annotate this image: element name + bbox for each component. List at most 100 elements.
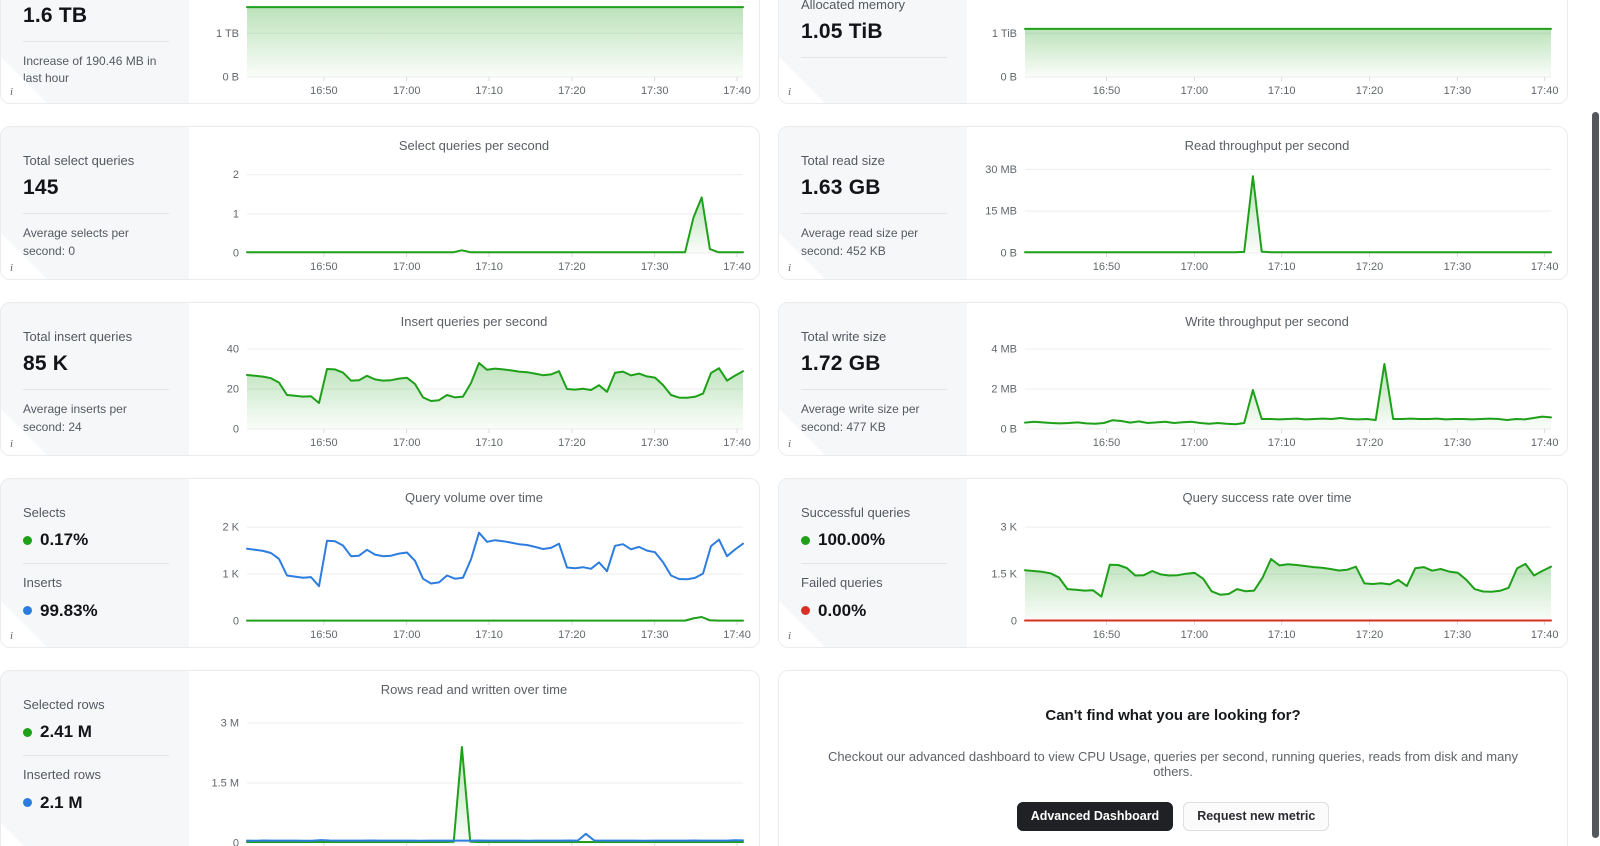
svg-text:0 B: 0 B <box>222 72 239 84</box>
svg-text:16:50: 16:50 <box>1093 629 1121 641</box>
stat-panel: Total insert queries 85 K Average insert… <box>1 303 189 455</box>
svg-text:15 MB: 15 MB <box>985 206 1017 218</box>
svg-text:30 MB: 30 MB <box>985 164 1017 176</box>
svg-text:16:50: 16:50 <box>1093 437 1121 449</box>
card-query-volume: Selects 0.17% Inserts 99.83% i Query vol… <box>0 478 760 648</box>
cta-card: Can't find what you are looking for? Che… <box>778 670 1568 846</box>
svg-text:17:00: 17:00 <box>393 85 421 97</box>
svg-text:16:50: 16:50 <box>310 85 338 97</box>
chart-area: Query success rate over time 3 K 1.5 K 0 16… <box>967 479 1567 647</box>
chart-area: Read throughput per second 30 MB 15 MB 0 B… <box>967 127 1567 279</box>
svg-text:17:40: 17:40 <box>723 437 751 449</box>
divider <box>801 389 947 391</box>
info-icon[interactable]: i <box>10 86 13 98</box>
svg-text:2 K: 2 K <box>222 522 239 534</box>
stat-panel: Selected rows 2.41 M Inserted rows 2.1 M… <box>1 671 189 846</box>
svg-text:4 MB: 4 MB <box>991 344 1017 356</box>
svg-text:17:40: 17:40 <box>1531 261 1559 273</box>
divider <box>23 563 169 565</box>
stat-value: 85 K <box>23 352 69 376</box>
info-icon[interactable]: i <box>788 86 791 98</box>
line-chart: 1 TiB 0 B 16:50 17:00 17:10 17:20 17:30 17:40 <box>992 28 1559 97</box>
svg-text:1: 1 <box>233 208 239 220</box>
corner-fold <box>779 409 825 455</box>
stat-panel: 1.6 TB Increase of 190.46 MB in last hou… <box>1 0 189 103</box>
svg-text:17:20: 17:20 <box>558 85 586 97</box>
card-read-size: Total read size 1.63 GB Average read siz… <box>778 126 1568 280</box>
chart-area: Write throughput per second 4 MB 2 MB 0 B 1… <box>967 303 1567 455</box>
svg-text:16:50: 16:50 <box>1093 261 1121 273</box>
chart-area: 1 TB 0 B 16:50 17:00 17:10 17:20 17:30 17:40 <box>189 0 759 103</box>
card-disk-size: 1.6 TB Increase of 190.46 MB in last hou… <box>0 0 760 104</box>
svg-text:17:00: 17:00 <box>393 629 421 641</box>
stat-label: Total select queries <box>23 153 135 168</box>
svg-text:17:00: 17:00 <box>1181 261 1209 273</box>
scrollbar-thumb[interactable] <box>1592 112 1599 838</box>
stat-label: Total insert queries <box>23 329 133 344</box>
svg-text:0: 0 <box>233 424 239 436</box>
svg-text:0 B: 0 B <box>1000 248 1017 260</box>
svg-text:17:10: 17:10 <box>1268 261 1296 273</box>
svg-text:0: 0 <box>233 838 239 846</box>
card-allocated-memory: Allocated memory 1.05 TiB i 1 TiB 0 B 16:5… <box>778 0 1568 104</box>
svg-text:17:20: 17:20 <box>1356 85 1384 97</box>
svg-text:0: 0 <box>1011 616 1017 628</box>
selects-dot-icon <box>23 535 32 545</box>
stat-value: 1.05 TiB <box>801 20 883 44</box>
stat-value: 1.63 GB <box>801 176 881 200</box>
info-icon[interactable]: i <box>788 630 791 642</box>
chart-title: Rows read and written over time <box>380 682 568 697</box>
chart-title: Query success rate over time <box>1182 490 1352 505</box>
svg-text:17:40: 17:40 <box>1531 85 1559 97</box>
chart-title: Select queries per second <box>398 138 550 153</box>
info-icon[interactable]: i <box>10 630 13 642</box>
svg-text:17:00: 17:00 <box>1181 85 1209 97</box>
stat-row: 100.00% <box>801 530 949 550</box>
divider <box>801 563 947 565</box>
line-chart: 2 1 0 16:50 17:00 17:10 17:20 17:30 17:40 <box>233 169 751 273</box>
svg-text:40: 40 <box>227 344 239 356</box>
stat-value: 100.00% <box>818 530 886 550</box>
stat-label: Total read size <box>801 153 885 168</box>
svg-text:2: 2 <box>233 169 239 181</box>
stat-panel: Selects 0.17% Inserts 99.83% i <box>1 479 189 647</box>
line-chart: 2 K 1 K 0 16:50 17:00 17:10 17:20 17:30 17:40 <box>222 522 751 641</box>
chart-title: Insert queries per second <box>400 314 548 329</box>
cta-heading: Can't find what you are looking for? <box>1045 707 1301 724</box>
info-icon[interactable]: i <box>10 262 13 274</box>
svg-text:17:30: 17:30 <box>641 85 669 97</box>
stat-value: 1.72 GB <box>801 352 881 376</box>
line-chart: 30 MB 15 MB 0 B 16:50 17:00 17:10 17:20 17:30 17… <box>985 164 1559 273</box>
info-icon[interactable]: i <box>10 438 13 450</box>
svg-text:0 B: 0 B <box>1000 424 1017 436</box>
info-icon[interactable]: i <box>788 438 791 450</box>
svg-text:17:10: 17:10 <box>475 261 503 273</box>
svg-text:17:20: 17:20 <box>558 437 586 449</box>
info-icon[interactable]: i <box>788 262 791 274</box>
selected-rows-dot-icon <box>23 727 32 737</box>
svg-text:20: 20 <box>227 384 239 396</box>
line-chart: 3 M1.5 M016:5017:0017:1017:2017:3017:40 <box>211 718 744 846</box>
card-write-size: Total write size 1.72 GB Average write s… <box>778 302 1568 456</box>
corner-fold <box>779 601 825 647</box>
svg-text:2 MB: 2 MB <box>991 384 1017 396</box>
stat-label: Inserts <box>23 575 63 591</box>
cta-body: Checkout our advanced dashboard to view … <box>827 749 1519 779</box>
success-dot-icon <box>801 535 810 545</box>
svg-text:17:10: 17:10 <box>475 437 503 449</box>
line-chart: 1 TB 0 B 16:50 17:00 17:10 17:20 17:30 17:40 <box>216 6 751 97</box>
chart-title: Read throughput per second <box>1184 138 1350 153</box>
svg-text:17:30: 17:30 <box>641 629 669 641</box>
corner-fold <box>1 823 47 846</box>
svg-text:1 TiB: 1 TiB <box>992 28 1017 40</box>
svg-text:17:40: 17:40 <box>723 629 751 641</box>
stat-panel: Total read size 1.63 GB Average read siz… <box>779 127 967 279</box>
request-new-metric-button[interactable]: Request new metric <box>1183 802 1330 831</box>
stat-value: 2.41 M <box>40 722 92 742</box>
line-chart: 3 K 1.5 K 0 16:50 17:00 17:10 17:20 17:30 17:40 <box>991 522 1558 641</box>
advanced-dashboard-button[interactable]: Advanced Dashboard <box>1016 802 1174 831</box>
corner-fold <box>1 233 47 279</box>
chart-area: Rows read and written over time 3 M 1.5 M… <box>189 671 759 846</box>
stat-panel: Total select queries 145 Average selects… <box>1 127 189 279</box>
svg-text:17:40: 17:40 <box>1531 437 1559 449</box>
